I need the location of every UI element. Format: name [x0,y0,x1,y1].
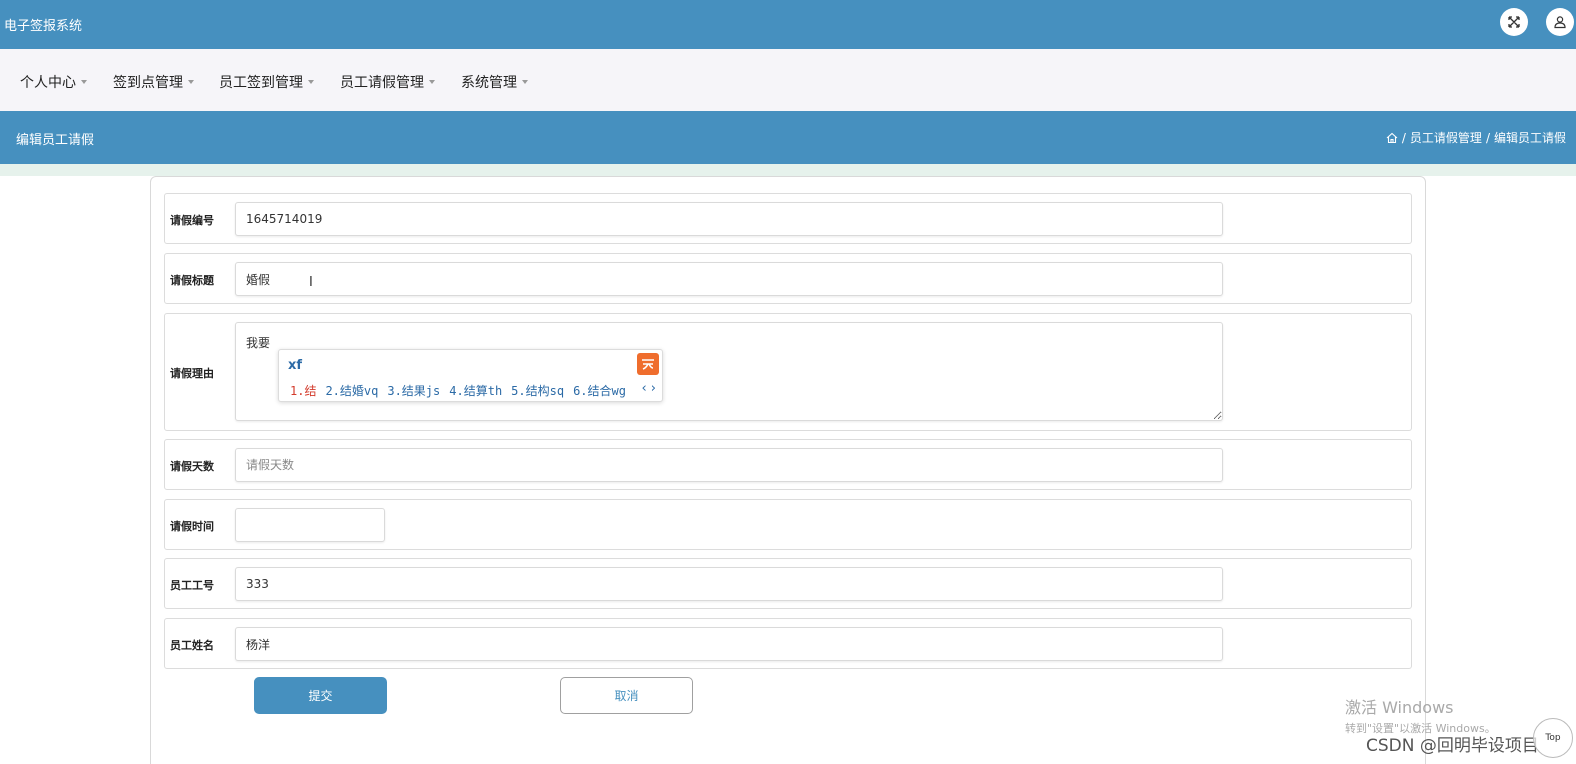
cancel-button[interactable]: 取消 [560,677,693,714]
home-icon[interactable] [1386,132,1398,144]
label-leave-days: 请假天数 [170,460,214,473]
breadcrumb-leave-management[interactable]: 员工请假管理 [1410,129,1482,146]
ime-page-arrows-icon[interactable]: ‹ › [641,381,656,396]
activation-title: 激活 Windows [1345,698,1454,717]
label-leave-time: 请假时间 [170,520,214,533]
label-leave-no: 请假编号 [170,214,214,227]
label-leave-title: 请假标题 [170,274,214,287]
nav-personal-center[interactable]: 个人中心 [20,72,87,92]
ime-candidate-window: xf 1.结 2.结婚vq 3.结果js 4.结算th 5.结构sq 6.结合w… [278,349,663,402]
page-header: 编辑员工请假 / 员工请假管理 / 编辑员工请假 [0,111,1576,164]
label-emp-name: 员工姓名 [170,639,214,652]
row-leave-no: 请假编号 [164,193,1412,244]
row-leave-time: 请假时间 [164,499,1412,550]
caret-down-icon [308,80,314,84]
back-to-top-button[interactable]: Top [1533,718,1573,758]
header-strip [0,164,1576,176]
ime-candidate[interactable]: 5.结构sq [511,382,564,399]
breadcrumb: / 员工请假管理 / 编辑员工请假 [1386,129,1566,146]
app-title: 电子签报系统 [4,19,83,34]
top-bar: 电子签报系统 [0,0,1576,49]
caret-down-icon [81,80,87,84]
row-emp-no: 员工工号 [164,558,1412,609]
row-leave-days: 请假天数 [164,439,1412,490]
emp-no-input[interactable] [235,567,1223,601]
nav-signin-management[interactable]: 员工签到管理 [219,72,314,92]
breadcrumb-current: 编辑员工请假 [1493,131,1566,145]
leave-no-input[interactable] [235,202,1223,236]
ime-candidate[interactable]: 2.结婚vq [325,382,378,399]
windows-activation-watermark: 激活 Windows 转到"设置"以激活 Windows。 [1345,694,1496,736]
user-menu-button[interactable] [1546,8,1574,36]
fullscreen-icon [1508,16,1520,28]
leave-time-input[interactable] [235,508,385,542]
breadcrumb-separator: / [1485,130,1490,145]
fullscreen-button[interactable] [1500,8,1528,36]
label-leave-reason: 请假理由 [170,367,214,380]
csdn-watermark: CSDN @回明毕设项目 [1366,736,1539,756]
caret-down-icon [522,80,528,84]
ime-candidate[interactable]: 3.结果js [387,382,440,399]
nav-label: 员工签到管理 [219,75,303,91]
ime-candidate[interactable]: 1.结 [290,382,316,399]
ime-candidate[interactable]: 6.结合wg [573,382,626,399]
caret-down-icon [429,80,435,84]
text-cursor-icon: I [309,275,313,290]
nav-label: 个人中心 [20,75,76,91]
back-to-top-label: Top [1545,733,1561,743]
main-nav: 个人中心 签到点管理 员工签到管理 员工请假管理 系统管理 [0,49,1576,111]
ime-candidate-list: 1.结 2.结婚vq 3.结果js 4.结算th 5.结构sq 6.结合wg [290,382,626,399]
ime-candidate[interactable]: 4.结算th [449,382,502,399]
leave-days-input[interactable] [235,448,1223,482]
breadcrumb-separator: / [1401,130,1406,145]
nav-label: 签到点管理 [113,75,183,91]
label-emp-no: 员工工号 [170,579,214,592]
ime-composition: xf [288,358,303,373]
page-title: 编辑员工请假 [16,133,95,148]
caret-down-icon [188,80,194,84]
row-leave-title: 请假标题 [164,253,1412,304]
nav-checkpoint-management[interactable]: 签到点管理 [113,72,194,92]
nav-system-management[interactable]: 系统管理 [461,72,528,92]
leave-title-input[interactable] [235,262,1223,296]
ime-logo-icon[interactable] [637,353,659,375]
nav-label: 员工请假管理 [340,75,424,91]
submit-button[interactable]: 提交 [254,677,387,714]
nav-label: 系统管理 [461,75,517,91]
user-icon [1554,16,1566,29]
nav-leave-management[interactable]: 员工请假管理 [340,72,435,92]
row-emp-name: 员工姓名 [164,618,1412,669]
emp-name-input[interactable] [235,627,1223,661]
